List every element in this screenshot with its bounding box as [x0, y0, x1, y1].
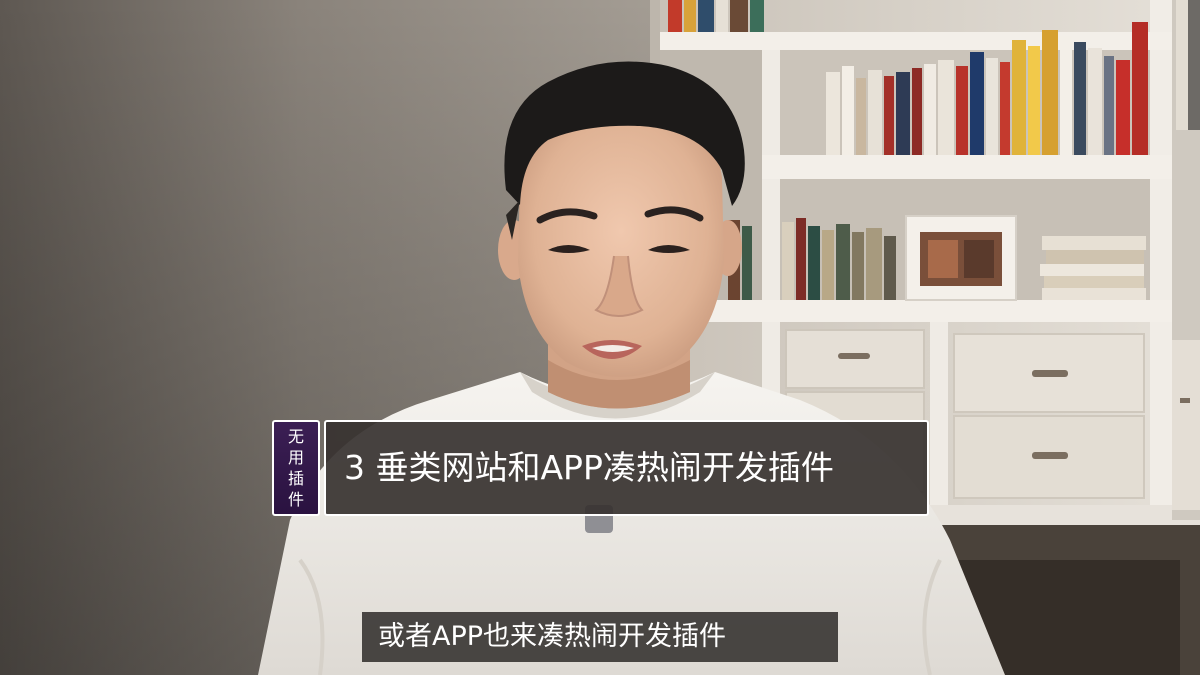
section-title: 3 垂类网站和APP凑热闹开发插件: [344, 448, 834, 487]
video-frame: 无 用 插 件 3 垂类网站和APP凑热闹开发插件 或者APP也来凑热闹开发插件: [0, 0, 1200, 675]
subtitle-text: 或者APP也来凑热闹开发插件: [378, 621, 727, 652]
tag-char: 用: [287, 448, 304, 467]
subtitle-box: 或者APP也来凑热闹开发插件: [362, 612, 838, 662]
tag-char: 无: [287, 427, 304, 446]
video-scene: [0, 0, 1200, 675]
category-tag: 无 用 插 件: [272, 420, 320, 516]
section-title-box: 3 垂类网站和APP凑热闹开发插件: [324, 420, 929, 516]
tag-char: 插: [287, 469, 304, 488]
tag-char: 件: [287, 490, 304, 509]
